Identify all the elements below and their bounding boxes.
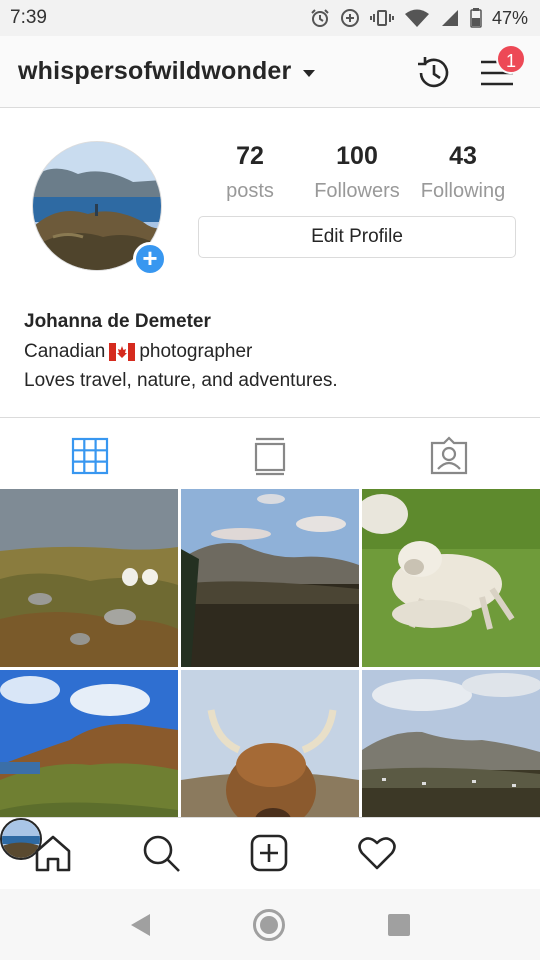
stat-posts: 72 posts [210, 142, 290, 203]
cell-signal-icon [441, 10, 458, 26]
battery-icon [470, 8, 482, 28]
following-count: 43 [449, 142, 477, 170]
grid-photo[interactable] [181, 670, 359, 817]
add-post-icon[interactable] [248, 832, 290, 874]
posts-count: 72 [236, 142, 264, 170]
canada-flag-icon [109, 342, 136, 361]
photo-grid [0, 489, 540, 817]
feed-icon[interactable] [250, 436, 290, 476]
grid-photo[interactable] [181, 489, 359, 667]
heart-icon[interactable] [356, 832, 398, 874]
grid-photo[interactable] [0, 489, 178, 667]
bio-text-after-flag: photographer [139, 341, 253, 362]
grid-photo[interactable] [362, 489, 540, 667]
recents-icon[interactable] [387, 913, 411, 937]
chevron-down-icon[interactable] [303, 70, 315, 77]
posts-label: posts [226, 180, 274, 202]
android-nav-bar [0, 889, 540, 960]
grid-photo[interactable] [0, 670, 178, 817]
followers-label: Followers [314, 180, 400, 202]
status-bar: 7:39 47% [0, 0, 540, 36]
wifi-icon [404, 9, 429, 27]
home-icon[interactable] [32, 832, 74, 874]
stat-following[interactable]: 43 Following [413, 142, 513, 203]
back-icon[interactable] [128, 912, 154, 938]
home-circle-icon[interactable] [252, 908, 286, 942]
username-switcher[interactable]: whispersofwildwonder [18, 57, 291, 86]
profile-name: Johanna de Demeter [24, 311, 211, 332]
tagged-icon[interactable] [429, 436, 469, 476]
vibrate-icon [369, 10, 394, 26]
profile-bio: Johanna de Demeter Canadian photographer… [24, 310, 514, 395]
followers-count: 100 [336, 142, 378, 170]
stat-followers[interactable]: 100 Followers [307, 142, 407, 203]
bio-line-2: Loves travel, nature, and adventures. [24, 370, 338, 391]
alarm-icon [311, 9, 329, 27]
status-icons: 47% [310, 8, 528, 29]
bio-line-1: Canadian photographer [24, 337, 514, 366]
notification-badge: 1 [496, 44, 526, 74]
status-time: 7:39 [10, 7, 47, 28]
profile-header: whispersofwildwonder 1 [0, 36, 540, 108]
add-story-button[interactable]: + [133, 242, 167, 276]
history-icon[interactable] [413, 52, 455, 94]
bottom-nav [0, 817, 540, 889]
profile-tabs [0, 417, 540, 489]
following-label: Following [420, 180, 506, 202]
search-icon[interactable] [140, 832, 182, 874]
edit-profile-button[interactable]: Edit Profile [198, 216, 516, 258]
grid-photo[interactable] [362, 670, 540, 817]
battery-percent: 47% [491, 7, 528, 28]
data-saver-icon [340, 9, 359, 27]
grid-icon[interactable] [70, 436, 110, 476]
bio-text-before-flag: Canadian [24, 341, 106, 362]
